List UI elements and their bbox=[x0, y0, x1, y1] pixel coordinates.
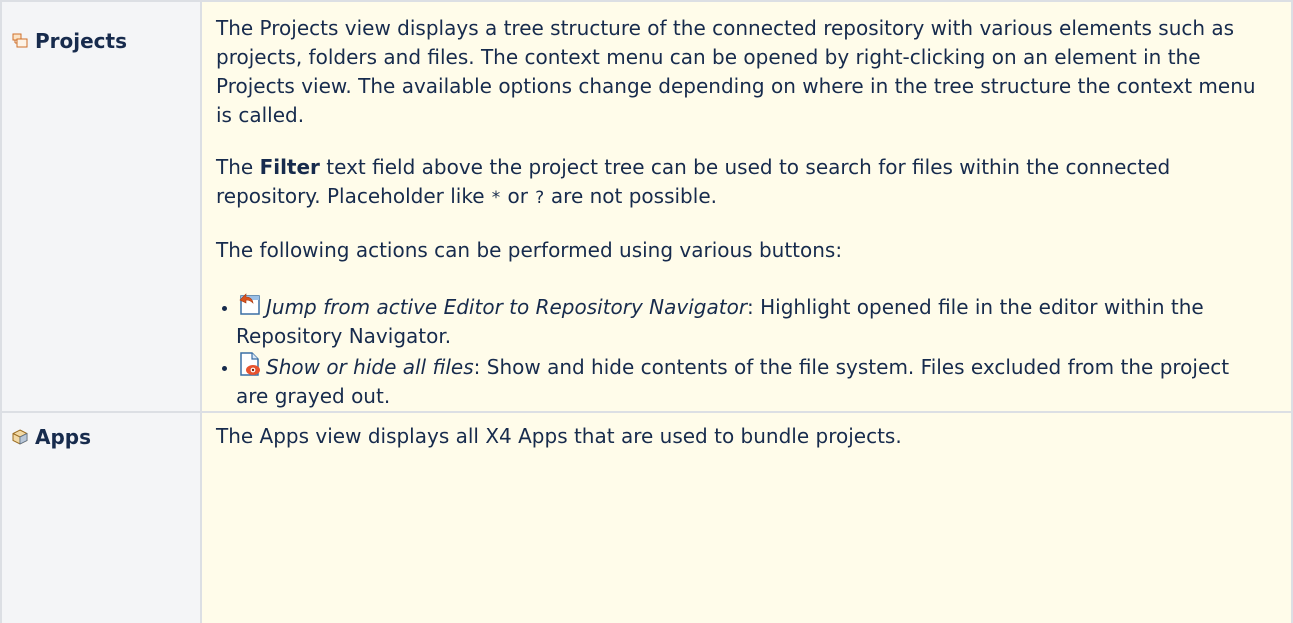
jump-to-navigator-icon bbox=[239, 293, 260, 315]
placeholder-asterisk: * bbox=[490, 188, 502, 208]
views-table: Projects The Projects view displays a tr… bbox=[0, 0, 1293, 623]
jump-action-name: Jump from active Editor to Repository Na… bbox=[266, 295, 748, 319]
table-row-projects: Projects The Projects view displays a tr… bbox=[0, 0, 1293, 413]
list-item: Show or hide all files: Show and hide co… bbox=[222, 351, 1265, 411]
projects-content-cell: The Projects view displays a tree struct… bbox=[200, 0, 1293, 413]
projects-description: The Projects view displays a tree struct… bbox=[216, 16, 1256, 127]
actions-intro: The following actions can be performed u… bbox=[216, 238, 843, 262]
apps-content-cell: The Apps view displays all X4 Apps that … bbox=[200, 411, 1293, 623]
filter-description: The Filter text field above the project … bbox=[216, 155, 1171, 208]
table-row-apps: Apps The Apps view displays all X4 Apps … bbox=[0, 411, 1293, 623]
placeholder-question: ? bbox=[534, 188, 545, 208]
projects-label: Projects bbox=[35, 29, 128, 53]
apps-label-cell: Apps bbox=[0, 411, 202, 623]
show-hide-action-name: Show or hide all files bbox=[266, 355, 474, 379]
projects-label-cell: Projects bbox=[0, 0, 202, 413]
projects-view-icon bbox=[12, 33, 28, 48]
show-hide-files-icon bbox=[240, 352, 260, 376]
actions-list: Jump from active Editor to Repository Na… bbox=[216, 291, 1265, 411]
apps-description: The Apps view displays all X4 Apps that … bbox=[216, 424, 902, 448]
list-item: Jump from active Editor to Repository Na… bbox=[222, 291, 1265, 351]
apps-label: Apps bbox=[35, 425, 92, 449]
filter-term: Filter bbox=[259, 155, 320, 179]
apps-view-icon bbox=[12, 429, 28, 445]
